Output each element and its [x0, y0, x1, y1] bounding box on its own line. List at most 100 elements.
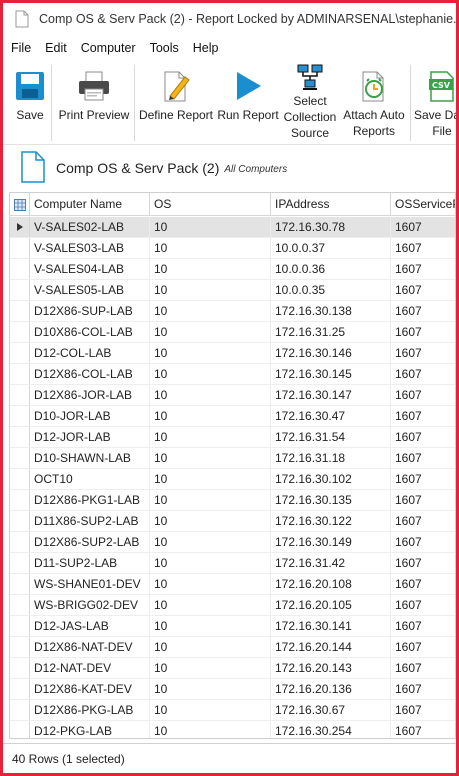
cell-ipaddress[interactable]: 172.16.30.47 — [271, 406, 391, 426]
cell-ipaddress[interactable]: 172.16.31.18 — [271, 448, 391, 468]
cell-ipaddress[interactable]: 172.16.20.143 — [271, 658, 391, 678]
table-row[interactable]: D12-COL-LAB 10 172.16.30.146 1607 — [10, 343, 455, 364]
row-header[interactable] — [10, 679, 30, 699]
row-header[interactable] — [10, 448, 30, 468]
cell-ipaddress[interactable]: 10.0.0.36 — [271, 259, 391, 279]
row-header[interactable] — [10, 616, 30, 636]
row-header[interactable] — [10, 259, 30, 279]
cell-os[interactable]: 10 — [150, 637, 271, 657]
cell-computer-name[interactable]: OCT10 — [30, 469, 150, 489]
cell-ipaddress[interactable]: 172.16.30.135 — [271, 490, 391, 510]
table-row[interactable]: WS-SHANE01-DEV 10 172.16.20.108 1607 — [10, 574, 455, 595]
row-header[interactable] — [10, 427, 30, 447]
cell-computer-name[interactable]: WS-BRIGG02-DEV — [30, 595, 150, 615]
cell-osservicepack[interactable]: 1607 — [391, 427, 455, 447]
cell-ipaddress[interactable]: 172.16.31.25 — [271, 322, 391, 342]
cell-osservicepack[interactable]: 1607 — [391, 301, 455, 321]
table-row[interactable]: D12-NAT-DEV 10 172.16.20.143 1607 — [10, 658, 455, 679]
cell-os[interactable]: 10 — [150, 532, 271, 552]
cell-ipaddress[interactable]: 172.16.20.144 — [271, 637, 391, 657]
cell-osservicepack[interactable]: 1607 — [391, 217, 455, 237]
cell-ipaddress[interactable]: 172.16.30.145 — [271, 364, 391, 384]
table-row[interactable]: D12X86-SUP-LAB 10 172.16.30.138 1607 — [10, 301, 455, 322]
row-header[interactable] — [10, 721, 30, 738]
row-header[interactable] — [10, 343, 30, 363]
cell-os[interactable]: 10 — [150, 511, 271, 531]
cell-os[interactable]: 10 — [150, 490, 271, 510]
menu-help[interactable]: Help — [187, 41, 225, 55]
cell-computer-name[interactable]: D12X86-JOR-LAB — [30, 385, 150, 405]
table-row[interactable]: D10-SHAWN-LAB 10 172.16.31.18 1607 — [10, 448, 455, 469]
cell-ipaddress[interactable]: 172.16.30.147 — [271, 385, 391, 405]
row-header[interactable] — [10, 301, 30, 321]
define-report-button[interactable]: Define Report — [137, 67, 215, 143]
column-header-osservicepack[interactable]: OSServicePack — [391, 193, 455, 216]
table-row[interactable]: V-SALES04-LAB 10 10.0.0.36 1607 — [10, 259, 455, 280]
column-header-computer-name[interactable]: Computer Name — [30, 193, 150, 216]
cell-osservicepack[interactable]: 1607 — [391, 280, 455, 300]
cell-osservicepack[interactable]: 1607 — [391, 364, 455, 384]
cell-osservicepack[interactable]: 1607 — [391, 448, 455, 468]
cell-ipaddress[interactable]: 172.16.30.67 — [271, 700, 391, 720]
cell-osservicepack[interactable]: 1607 — [391, 259, 455, 279]
cell-ipaddress[interactable]: 172.16.30.102 — [271, 469, 391, 489]
table-row[interactable]: WS-BRIGG02-DEV 10 172.16.20.105 1607 — [10, 595, 455, 616]
column-header-os[interactable]: OS — [150, 193, 271, 216]
cell-osservicepack[interactable]: 1607 — [391, 322, 455, 342]
cell-osservicepack[interactable]: 1607 — [391, 532, 455, 552]
cell-os[interactable]: 10 — [150, 553, 271, 573]
menu-tools[interactable]: Tools — [144, 41, 185, 55]
table-row[interactable]: D12X86-NAT-DEV 10 172.16.20.144 1607 — [10, 637, 455, 658]
cell-computer-name[interactable]: D11-SUP2-LAB — [30, 553, 150, 573]
row-header[interactable] — [10, 217, 30, 237]
row-header[interactable] — [10, 553, 30, 573]
cell-os[interactable]: 10 — [150, 721, 271, 738]
row-header[interactable] — [10, 385, 30, 405]
cell-os[interactable]: 10 — [150, 700, 271, 720]
table-row[interactable]: D10X86-COL-LAB 10 172.16.31.25 1607 — [10, 322, 455, 343]
cell-computer-name[interactable]: V-SALES05-LAB — [30, 280, 150, 300]
cell-os[interactable]: 10 — [150, 448, 271, 468]
cell-os[interactable]: 10 — [150, 469, 271, 489]
select-collection-source-button[interactable]: Select Collection Source — [281, 64, 339, 140]
table-row[interactable]: D12X86-PKG1-LAB 10 172.16.30.135 1607 — [10, 490, 455, 511]
cell-ipaddress[interactable]: 172.16.20.105 — [271, 595, 391, 615]
cell-os[interactable]: 10 — [150, 385, 271, 405]
cell-osservicepack[interactable]: 1607 — [391, 553, 455, 573]
table-row[interactable]: D10-JOR-LAB 10 172.16.30.47 1607 — [10, 406, 455, 427]
cell-osservicepack[interactable]: 1607 — [391, 574, 455, 594]
cell-os[interactable]: 10 — [150, 217, 271, 237]
cell-os[interactable]: 10 — [150, 595, 271, 615]
cell-computer-name[interactable]: D11X86-SUP2-LAB — [30, 511, 150, 531]
cell-os[interactable]: 10 — [150, 343, 271, 363]
save-button[interactable]: Save — [12, 67, 48, 143]
cell-ipaddress[interactable]: 172.16.20.108 — [271, 574, 391, 594]
cell-computer-name[interactable]: D12-COL-LAB — [30, 343, 150, 363]
cell-computer-name[interactable]: D12X86-SUP-LAB — [30, 301, 150, 321]
cell-osservicepack[interactable]: 1607 — [391, 658, 455, 678]
table-row[interactable]: D12-PKG-LAB 10 172.16.30.254 1607 — [10, 721, 455, 738]
cell-osservicepack[interactable]: 1607 — [391, 511, 455, 531]
cell-os[interactable]: 10 — [150, 406, 271, 426]
cell-computer-name[interactable]: D12X86-PKG1-LAB — [30, 490, 150, 510]
cell-osservicepack[interactable]: 1607 — [391, 721, 455, 738]
cell-os[interactable]: 10 — [150, 259, 271, 279]
cell-osservicepack[interactable]: 1607 — [391, 343, 455, 363]
table-row[interactable]: D12X86-SUP2-LAB 10 172.16.30.149 1607 — [10, 532, 455, 553]
cell-ipaddress[interactable]: 172.16.30.146 — [271, 343, 391, 363]
cell-osservicepack[interactable]: 1607 — [391, 700, 455, 720]
cell-os[interactable]: 10 — [150, 574, 271, 594]
table-row[interactable]: V-SALES02-LAB 10 172.16.30.78 1607 — [10, 217, 455, 238]
cell-computer-name[interactable]: D12X86-KAT-DEV — [30, 679, 150, 699]
cell-os[interactable]: 10 — [150, 364, 271, 384]
cell-computer-name[interactable]: D10X86-COL-LAB — [30, 322, 150, 342]
cell-computer-name[interactable]: D12X86-PKG-LAB — [30, 700, 150, 720]
print-preview-button[interactable]: Print Preview — [57, 67, 131, 143]
cell-osservicepack[interactable]: 1607 — [391, 469, 455, 489]
cell-os[interactable]: 10 — [150, 427, 271, 447]
cell-osservicepack[interactable]: 1607 — [391, 490, 455, 510]
table-row[interactable]: D12X86-KAT-DEV 10 172.16.20.136 1607 — [10, 679, 455, 700]
cell-os[interactable]: 10 — [150, 679, 271, 699]
cell-ipaddress[interactable]: 172.16.31.42 — [271, 553, 391, 573]
cell-computer-name[interactable]: D12-JOR-LAB — [30, 427, 150, 447]
